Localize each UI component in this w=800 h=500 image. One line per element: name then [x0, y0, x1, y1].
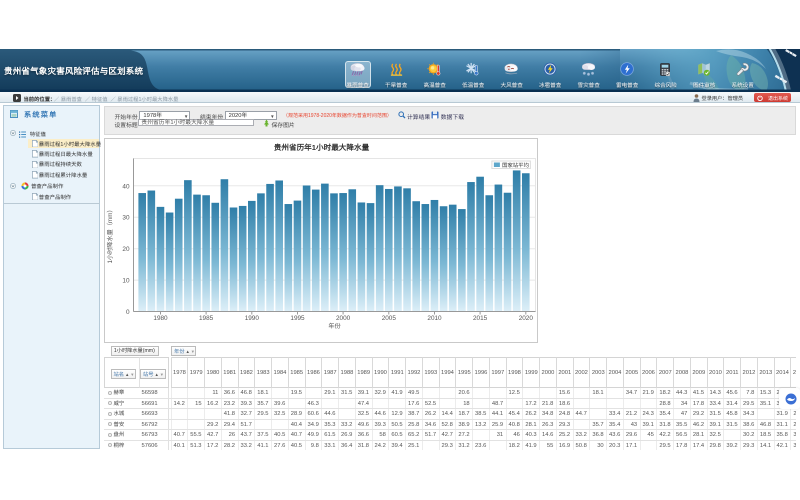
svg-text:0: 0	[125, 309, 129, 316]
svg-text:30: 30	[122, 214, 130, 221]
svg-text:2020: 2020	[518, 315, 533, 322]
svg-text:1980: 1980	[153, 315, 168, 322]
svg-text:1985: 1985	[198, 315, 213, 322]
svg-text:国家站平均: 国家站平均	[502, 161, 530, 168]
svg-text:20: 20	[122, 246, 130, 253]
svg-text:2010: 2010	[427, 315, 442, 322]
svg-text:1995: 1995	[290, 315, 305, 322]
svg-text:2000: 2000	[335, 315, 350, 322]
svg-text:年份: 年份	[328, 322, 341, 330]
svg-text:40: 40	[122, 183, 130, 190]
svg-text:10: 10	[122, 277, 130, 284]
svg-text:1小时降水量（mm）: 1小时降水量（mm）	[106, 206, 114, 263]
svg-text:2015: 2015	[472, 315, 487, 322]
svg-text:2005: 2005	[381, 315, 396, 322]
svg-text:1990: 1990	[244, 315, 259, 322]
